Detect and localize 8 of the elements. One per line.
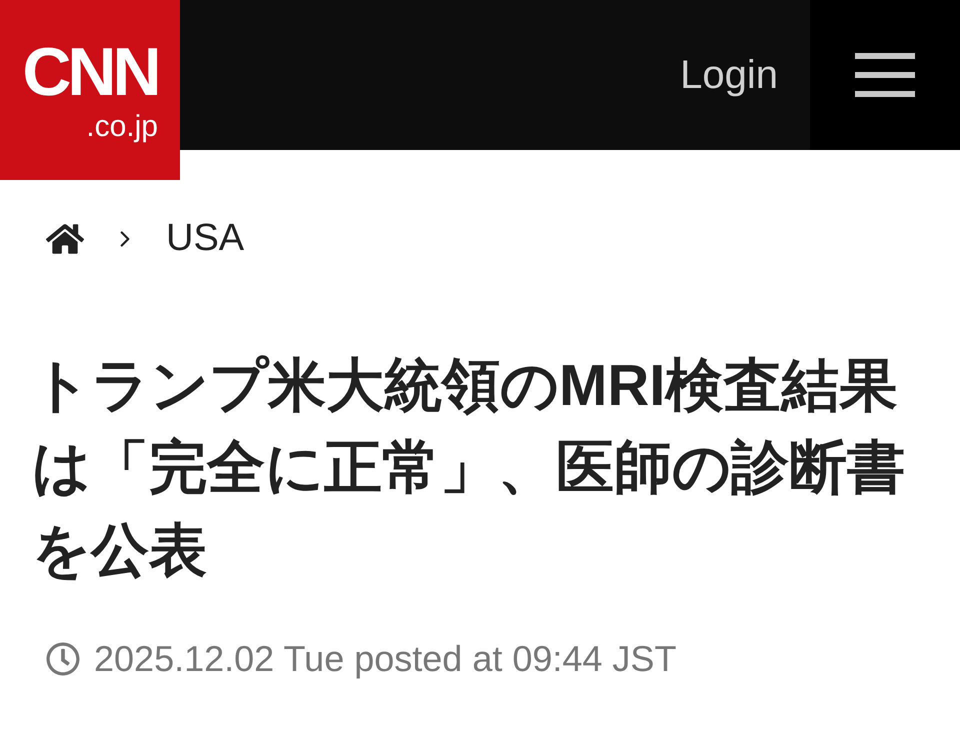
logo[interactable]: CNN .co.jp (0, 0, 180, 180)
login-link[interactable]: Login (680, 45, 778, 105)
menu-icon (855, 53, 915, 97)
menu-button[interactable] (810, 0, 960, 150)
breadcrumb-link[interactable]: USA (166, 210, 244, 267)
clock-icon (46, 642, 80, 676)
post-date: 2025.12.02 Tue posted at 09:44 JST (94, 637, 676, 682)
headline: トランプ米大統領のMRI検査結果は「完全に正常」、医師の診断書を公表 (31, 352, 906, 585)
